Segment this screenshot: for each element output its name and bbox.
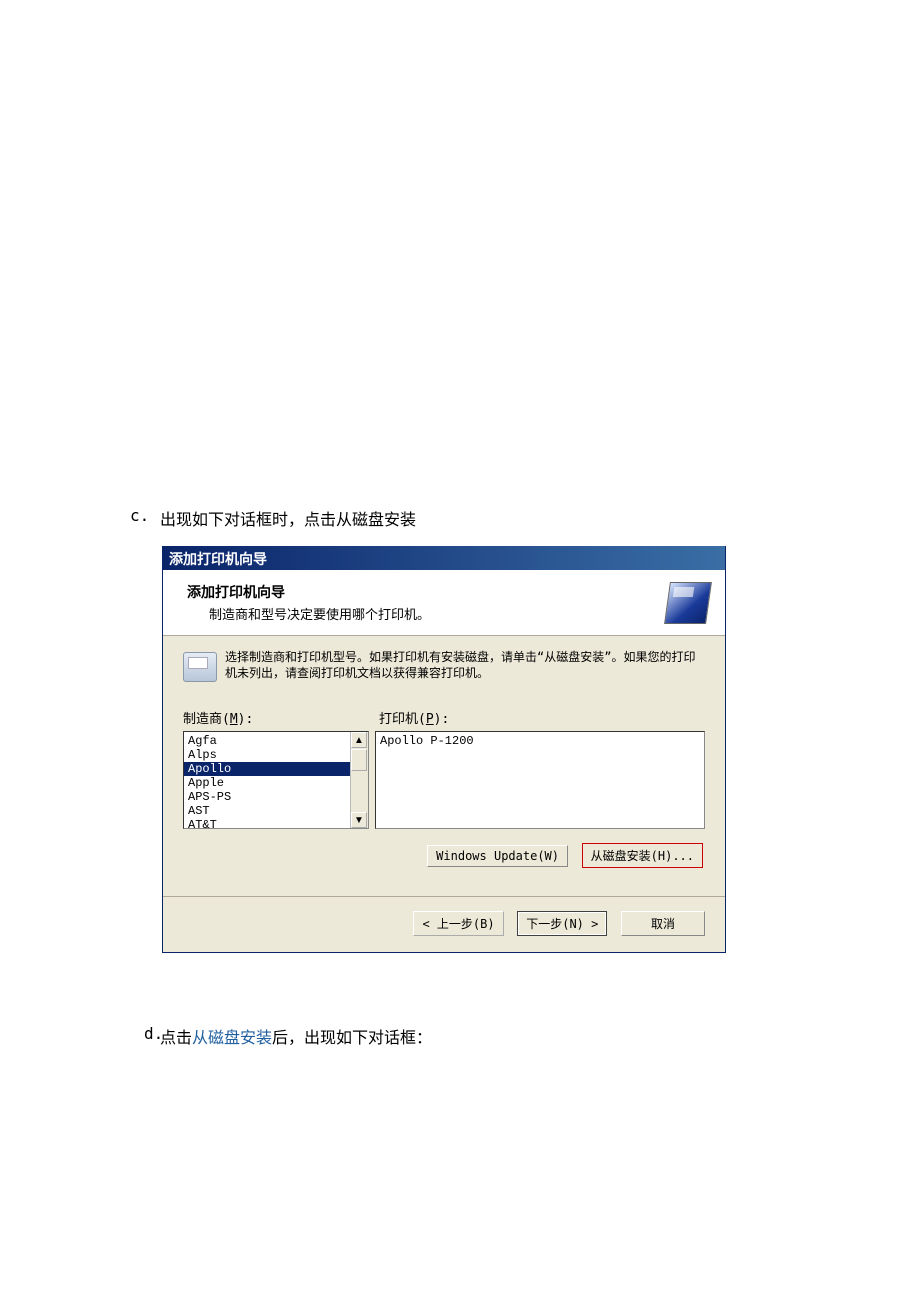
cancel-button[interactable]: 取消 [621, 911, 705, 936]
manufacturer-label: 制造商(M): [183, 708, 379, 727]
scroll-up-icon[interactable]: ▲ [351, 732, 367, 748]
printer-label: 打印机(P): [379, 708, 449, 727]
list-item-selected[interactable]: Apollo [184, 762, 368, 776]
header-subtitle: 制造商和型号决定要使用哪个打印机。 [209, 604, 709, 623]
list-item[interactable]: AST [184, 804, 368, 818]
instruction-text: 选择制造商和打印机型号。如果打印机有安装磁盘，请单击“从磁盘安装”。如果您的打印… [225, 650, 705, 681]
back-button[interactable]: < 上一步(B) [413, 911, 503, 936]
have-disk-button[interactable]: 从磁盘安装(H)... [582, 843, 703, 868]
list-item[interactable]: AT&T [184, 818, 368, 829]
header-title: 添加打印机向导 [187, 582, 709, 602]
scroll-thumb[interactable] [351, 749, 367, 771]
dialog-footer: < 上一步(B) 下一步(N) > 取消 [163, 897, 725, 952]
dialog-content: 选择制造商和打印机型号。如果打印机有安装磁盘，请单击“从磁盘安装”。如果您的打印… [163, 636, 725, 878]
dialog-header: 添加打印机向导 制造商和型号决定要使用哪个打印机。 [163, 570, 725, 636]
printer-listbox[interactable]: Apollo P-1200 [375, 731, 705, 829]
windows-update-button[interactable]: Windows Update(W) [427, 845, 568, 867]
disk-info-icon [183, 652, 217, 682]
next-button[interactable]: 下一步(N) > [517, 911, 607, 936]
manufacturer-scrollbar[interactable]: ▲ ▼ [350, 732, 368, 828]
manufacturer-listbox[interactable]: Agfa Alps Apollo Apple APS-PS AST AT&T ▲… [183, 731, 369, 829]
list-item[interactable]: Apple [184, 776, 368, 790]
list-item[interactable]: Alps [184, 748, 368, 762]
dialog-titlebar: 添加打印机向导 [163, 546, 725, 570]
step-c-text: 出现如下对话框时，点击从磁盘安装 [160, 506, 416, 530]
list-item[interactable]: APS-PS [184, 790, 368, 804]
step-d-link: 从磁盘安装 [192, 1028, 272, 1047]
list-item[interactable]: Apollo P-1200 [380, 734, 700, 748]
step-c-marker: c. [130, 506, 149, 525]
step-d-text: 点击从磁盘安装后，出现如下对话框： [160, 1024, 432, 1048]
list-item[interactable]: Agfa [184, 734, 368, 748]
list-labels: 制造商(M): 打印机(P): [183, 708, 705, 727]
scroll-down-icon[interactable]: ▼ [351, 812, 367, 828]
add-printer-wizard-dialog: 添加打印机向导 添加打印机向导 制造商和型号决定要使用哪个打印机。 选择制造商和… [162, 546, 726, 953]
printer-icon [664, 582, 712, 624]
